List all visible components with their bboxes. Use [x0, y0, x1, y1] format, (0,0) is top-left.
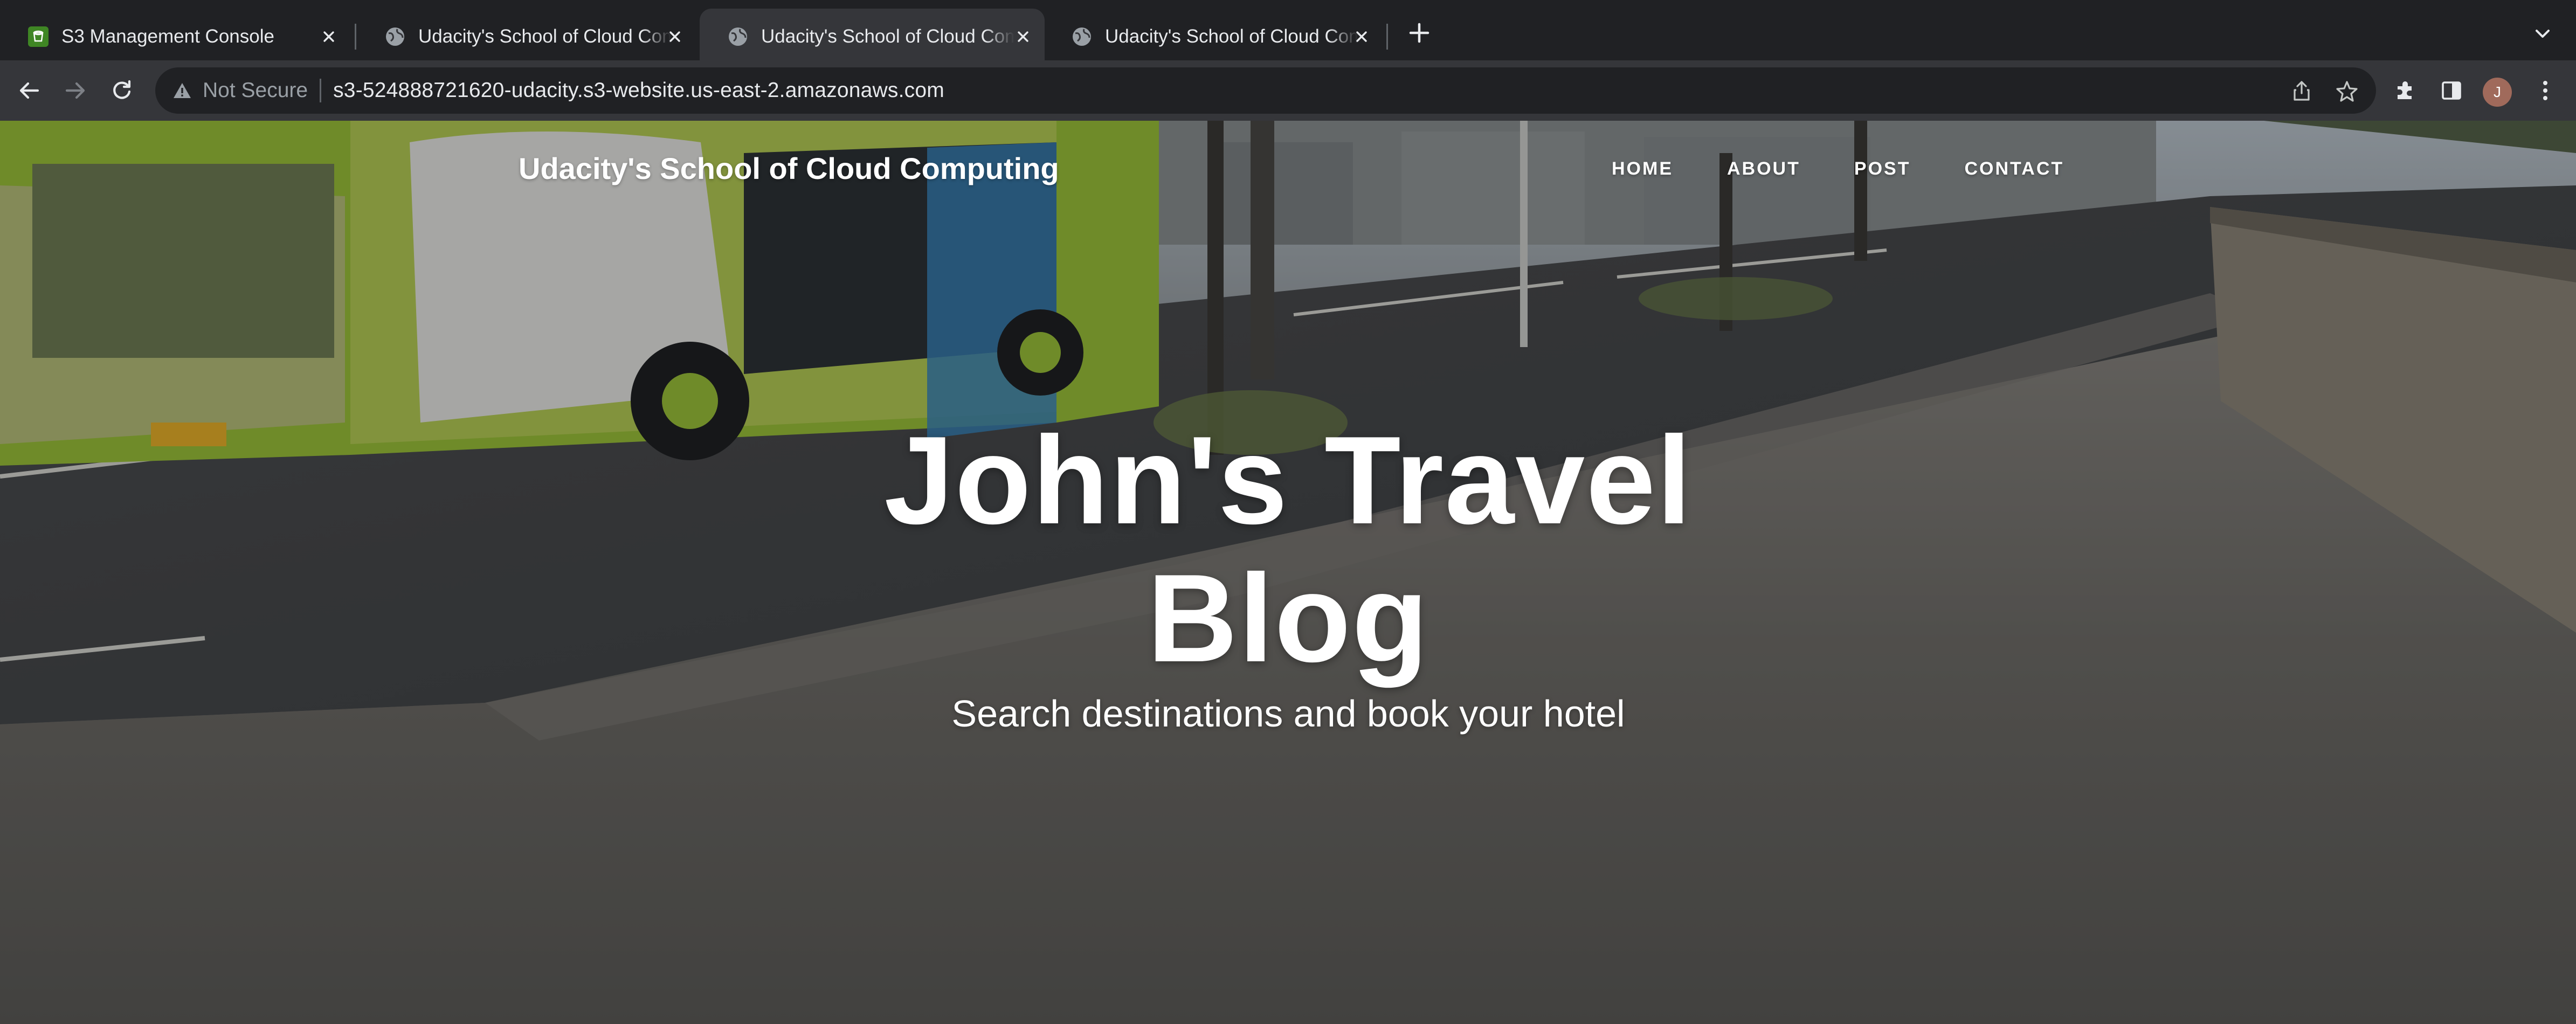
hero-title: John's Travel Blog: [749, 412, 1827, 688]
tab-udacity-1[interactable]: Udacity's School of Cloud Computing: [357, 9, 696, 65]
tab-title: S3 Management Console: [61, 26, 274, 47]
hero-title-line1: John's Travel: [884, 411, 1693, 550]
share-icon[interactable]: [2290, 79, 2313, 103]
globe-icon: [384, 25, 406, 48]
close-tab-icon[interactable]: [1013, 27, 1033, 46]
tab-strip: S3 Management Console Udacity's School o…: [0, 0, 2576, 65]
more-menu-icon[interactable]: [2530, 75, 2560, 106]
close-tab-icon[interactable]: [665, 27, 685, 46]
tab-separator: [1386, 24, 1388, 50]
page-viewport: Udacity's School of Cloud Computing Home…: [0, 121, 2576, 1024]
extensions-icon[interactable]: [2390, 75, 2420, 106]
tab-title: Udacity's School of Cloud Computing: [761, 26, 1014, 47]
warning-icon[interactable]: [171, 80, 193, 101]
profile-initial: J: [2494, 84, 2501, 100]
profile-avatar[interactable]: J: [2483, 78, 2512, 107]
site-navbar: Udacity's School of Cloud Computing Home…: [0, 121, 2576, 218]
site-brand[interactable]: Udacity's School of Cloud Computing: [519, 151, 1059, 186]
side-panel-icon[interactable]: [2436, 75, 2467, 106]
hero-title-line2: Blog: [1147, 549, 1429, 688]
close-tab-icon[interactable]: [319, 27, 339, 46]
tab-title: Udacity's School of Cloud Computing: [1105, 26, 1358, 47]
tab-udacity-3[interactable]: Udacity's School of Cloud Computing: [1044, 9, 1383, 65]
tab-udacity-2-active[interactable]: Udacity's School of Cloud Computing: [700, 9, 1045, 65]
tab-title: Udacity's School of Cloud Computing: [418, 26, 672, 47]
tab-separator: [355, 24, 356, 50]
globe-icon: [727, 25, 749, 48]
site-nav-links: Home About Post Contact: [1612, 158, 2118, 179]
nav-link-contact[interactable]: Contact: [1964, 158, 2064, 179]
reload-icon[interactable]: [107, 75, 137, 106]
security-label[interactable]: Not Secure: [203, 79, 308, 102]
nav-link-about[interactable]: About: [1727, 158, 1800, 179]
aws-s3-icon: [27, 25, 50, 48]
address-bar[interactable]: Not Secure s3-524888721620-udacity.s3-we…: [155, 67, 2376, 114]
nav-link-home[interactable]: Home: [1612, 158, 1673, 179]
back-icon[interactable]: [14, 75, 44, 106]
new-tab-icon[interactable]: [1406, 19, 1433, 46]
chevron-down-icon[interactable]: [2530, 22, 2555, 46]
bookmark-star-icon[interactable]: [2335, 79, 2359, 103]
url-text[interactable]: s3-524888721620-udacity.s3-website.us-ea…: [333, 79, 944, 102]
browser-toolbar: Not Secure s3-524888721620-udacity.s3-we…: [0, 60, 2576, 121]
hero-subtitle: Search destinations and book your hotel: [951, 693, 1625, 735]
tab-s3-console[interactable]: S3 Management Console: [0, 9, 350, 65]
close-tab-icon[interactable]: [1352, 27, 1371, 46]
nav-link-post[interactable]: Post: [1854, 158, 1911, 179]
forward-icon[interactable]: [60, 75, 91, 106]
divider: [320, 79, 322, 102]
globe-icon: [1071, 25, 1093, 48]
